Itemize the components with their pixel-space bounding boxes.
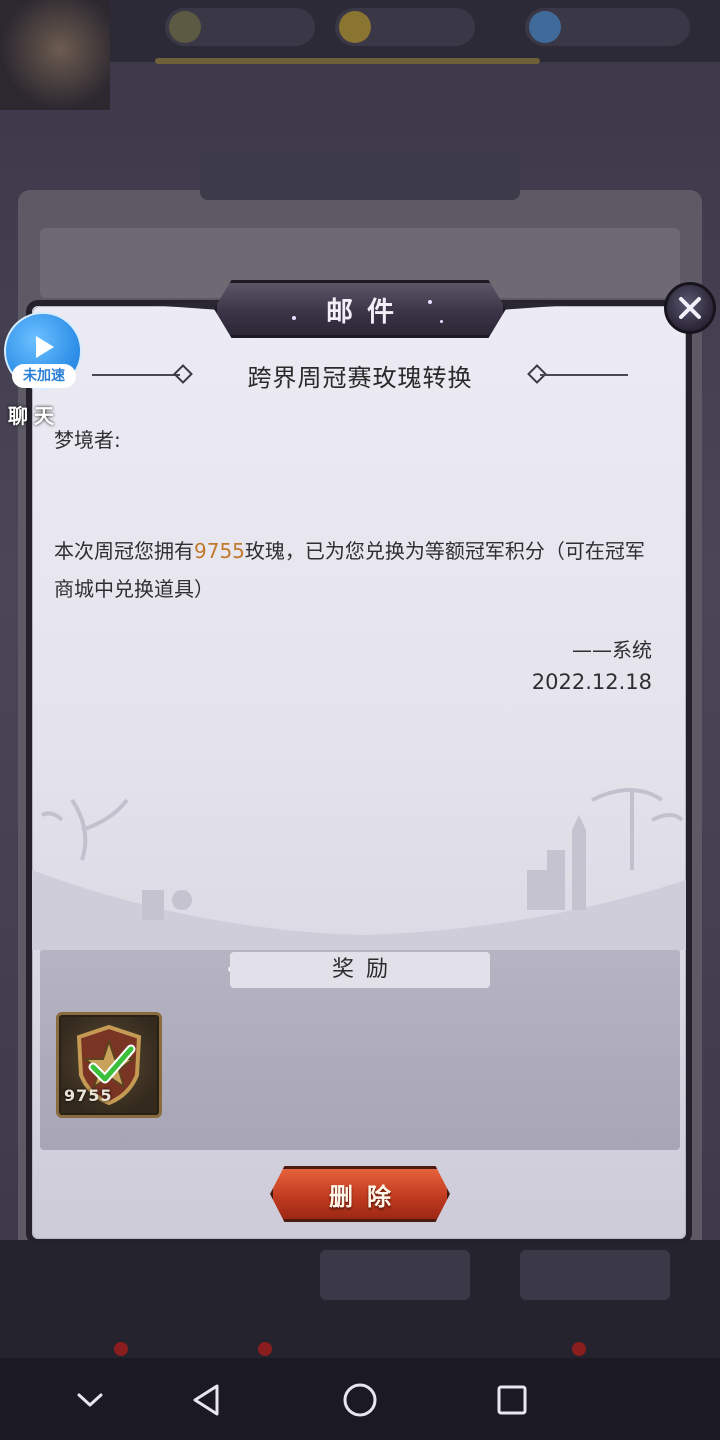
mail-body-rose-count: 9755: [194, 539, 245, 563]
close-icon: [679, 297, 701, 319]
mail-greeting: 梦境者:: [54, 428, 121, 452]
notification-dot: [572, 1342, 586, 1356]
reward-item-count: 9755: [64, 1086, 113, 1105]
system-navigation-bar: [0, 1358, 720, 1440]
chat-label[interactable]: 聊天: [8, 400, 60, 429]
player-avatar: [0, 0, 110, 110]
chevron-down-icon: [77, 1393, 103, 1407]
haunted-castle-decoration: [32, 788, 686, 950]
experience-bar: [155, 58, 540, 64]
delete-button[interactable]: 删除: [270, 1166, 450, 1222]
background-button-1: [320, 1250, 470, 1300]
gold-counter: [335, 8, 475, 46]
subject-deco-line-right: [540, 374, 628, 376]
home-circle-icon: [343, 1383, 377, 1417]
background-button-2: [520, 1250, 670, 1300]
mail-signature: ——系统: [572, 638, 652, 662]
recents-button[interactable]: [482, 1372, 542, 1428]
play-icon: [36, 336, 54, 358]
delete-button-label: 删除: [329, 1182, 405, 1211]
background-mail-banner: [200, 150, 520, 200]
resource-counter: [165, 8, 315, 46]
back-button[interactable]: [176, 1372, 236, 1428]
mail-date: 2022.12.18: [531, 670, 652, 694]
hide-keyboard-button[interactable]: [60, 1372, 120, 1428]
dialog-title: 邮件: [326, 297, 408, 328]
reward-header: 奖励: [230, 952, 490, 988]
subject-deco-line-left: [92, 374, 180, 376]
home-button[interactable]: [330, 1372, 390, 1428]
close-button[interactable]: [664, 282, 716, 334]
mail-body-prefix: 本次周冠您拥有: [54, 539, 194, 563]
recents-square-icon: [497, 1385, 527, 1415]
mail-body: 本次周冠您拥有9755玫瑰，已为您兑换为等额冠军积分（可在冠军商城中兑换道具）: [54, 532, 664, 608]
notification-dot: [258, 1342, 272, 1356]
back-triangle-icon: [193, 1384, 219, 1416]
diamond-counter: [525, 8, 690, 46]
chat-status-badge: 未加速: [12, 364, 76, 388]
mail-subject: 跨界周冠赛玫瑰转换: [247, 364, 473, 392]
notification-dot: [114, 1342, 128, 1356]
